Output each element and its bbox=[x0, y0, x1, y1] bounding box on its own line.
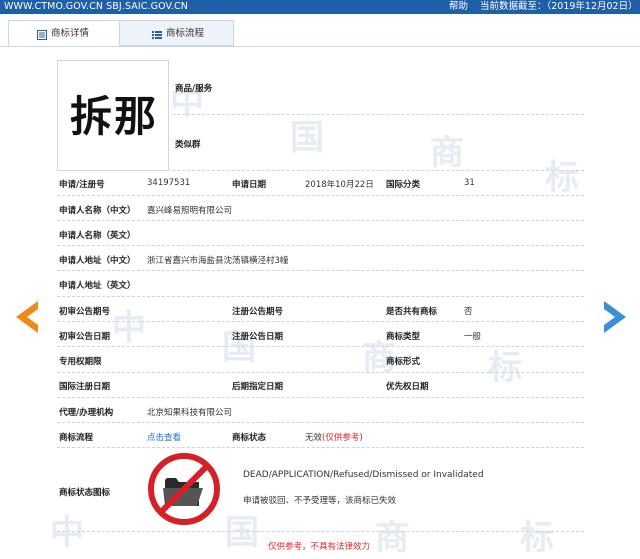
app-date-value: 2018年10月22日 bbox=[305, 180, 374, 190]
goods-label: 商品/服务 bbox=[175, 84, 213, 94]
tab-bar: 商标详情 商标流程 bbox=[0, 20, 640, 47]
help-link[interactable]: 帮助 bbox=[449, 0, 468, 14]
status-en-text: DEAD/APPLICATION/Refused/Dismissed or In… bbox=[243, 470, 484, 480]
divider bbox=[172, 170, 584, 171]
divider bbox=[57, 245, 584, 246]
watermark-char: 国 bbox=[225, 513, 259, 553]
divider bbox=[57, 195, 584, 196]
reg-pub-no-label: 注册公告期号 bbox=[232, 307, 284, 317]
prelim-no-label: 初审公告期号 bbox=[59, 307, 111, 317]
divider bbox=[57, 531, 584, 532]
divider bbox=[172, 114, 584, 115]
divider bbox=[57, 321, 584, 322]
divider bbox=[57, 270, 584, 271]
tm-type-value: 一般 bbox=[464, 332, 482, 342]
flow-view-link[interactable]: 点击查看 bbox=[147, 431, 181, 443]
intl-class-label: 国际分类 bbox=[386, 180, 421, 190]
address-cn-value: 浙江省嘉兴市海盐县沈荡镇横泾村3幢 bbox=[147, 256, 289, 266]
status-cn-text: 申请被驳回、不予受理等，该商标已失效 bbox=[243, 496, 397, 506]
priority-date-label: 优先权日期 bbox=[386, 382, 429, 392]
reg-no-value: 34197531 bbox=[147, 178, 191, 188]
shared-value: 否 bbox=[464, 307, 473, 317]
later-date-label: 后期指定日期 bbox=[232, 382, 284, 392]
data-date: 当前数据截至：（2019年12月02日） bbox=[480, 1, 638, 12]
document-icon bbox=[37, 30, 47, 40]
arrow-right-icon[interactable] bbox=[604, 301, 626, 333]
address-en-label: 申请人地址（英文） bbox=[59, 281, 136, 291]
app-date-label: 申请日期 bbox=[232, 180, 267, 190]
reg-pub-date-label: 注册公告日期 bbox=[232, 332, 284, 342]
no-folder-icon bbox=[148, 453, 220, 525]
watermark-char: 国 bbox=[222, 328, 256, 368]
reg-no-label: 申请/注册号 bbox=[59, 180, 105, 190]
status-value: 无效(仅供参考) bbox=[305, 431, 363, 443]
tab-label: 商标流程 bbox=[166, 28, 205, 39]
trademark-image-text: 拆那 bbox=[69, 92, 158, 141]
divider bbox=[57, 372, 584, 373]
arrow-left-icon[interactable] bbox=[16, 301, 38, 333]
prelim-date-label: 初审公告日期 bbox=[59, 332, 111, 342]
status-icon-label: 商标状态图标 bbox=[59, 488, 111, 498]
group-label: 类似群 bbox=[175, 140, 201, 150]
watermark-char: 商 bbox=[430, 133, 464, 173]
shared-label: 是否共有商标 bbox=[386, 307, 438, 317]
agent-value: 北京知果科技有限公司 bbox=[147, 408, 233, 418]
divider bbox=[57, 220, 584, 221]
tm-form-label: 商标形式 bbox=[386, 357, 421, 367]
divider bbox=[57, 397, 584, 398]
site-url: WWW.CTMO.GOV.CN SBJ.SAIC.GOV.CN bbox=[4, 1, 188, 12]
flow-label: 商标流程 bbox=[59, 433, 94, 443]
divider bbox=[57, 346, 584, 347]
divider bbox=[57, 296, 584, 297]
tm-type-label: 商标类型 bbox=[386, 332, 421, 342]
tab-label: 商标详情 bbox=[51, 28, 90, 39]
watermark-char: 标 bbox=[545, 158, 579, 198]
address-cn-label: 申请人地址（中文） bbox=[59, 256, 136, 266]
top-bar: WWW.CTMO.GOV.CN SBJ.SAIC.GOV.CN 帮助 当前数据截… bbox=[0, 0, 640, 14]
watermark-char: 标 bbox=[488, 348, 522, 388]
applicant-en-label: 申请人名称（英文） bbox=[59, 231, 136, 241]
intl-class-value: 31 bbox=[464, 178, 475, 188]
applicant-cn-value: 嘉兴峰易照明有限公司 bbox=[147, 206, 233, 216]
disclaimer: 仅供参考，不具有法律效力 bbox=[268, 542, 371, 552]
agent-label: 代理/办理机构 bbox=[59, 408, 114, 418]
divider bbox=[57, 447, 584, 448]
list-icon bbox=[152, 31, 162, 39]
status-label: 商标状态 bbox=[232, 433, 267, 443]
trademark-image: 拆那 bbox=[57, 60, 169, 171]
exclusive-label: 专用权期限 bbox=[59, 357, 102, 367]
tab-trademark-details[interactable]: 商标详情 bbox=[8, 20, 120, 46]
watermark-char: 中 bbox=[112, 308, 146, 348]
status-note: (仅供参考) bbox=[322, 433, 363, 443]
watermark-char: 国 bbox=[290, 118, 324, 158]
intl-reg-date-label: 国际注册日期 bbox=[59, 382, 111, 392]
divider bbox=[57, 422, 584, 423]
applicant-cn-label: 申请人名称（中文） bbox=[59, 206, 136, 216]
status-text: 无效 bbox=[305, 433, 323, 443]
watermark-char: 中 bbox=[50, 513, 84, 553]
tab-trademark-process[interactable]: 商标流程 bbox=[120, 20, 234, 46]
